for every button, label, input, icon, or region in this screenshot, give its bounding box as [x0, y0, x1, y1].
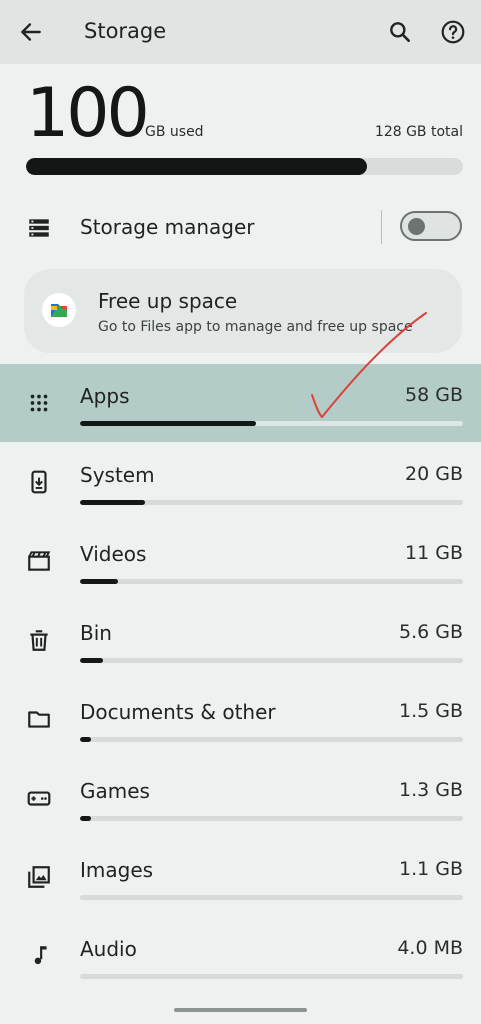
total-usage-fill [26, 158, 367, 175]
category-usage-bar [80, 579, 463, 584]
category-row-apps[interactable]: Apps 58 GB [0, 364, 481, 442]
page-title: Storage [84, 19, 167, 43]
category-size: 58 GB [405, 384, 463, 406]
storage-manager-row[interactable]: Storage manager [0, 198, 481, 258]
category-label: Videos [80, 542, 147, 566]
system-phone-icon [31, 470, 47, 494]
category-row-audio[interactable]: Audio 4.0 MB [0, 917, 481, 995]
music-note-icon [34, 946, 47, 965]
storage-manager-icon [29, 219, 49, 237]
free-up-space-subtitle: Go to Files app to manage and free up sp… [98, 319, 413, 335]
back-arrow-icon[interactable] [18, 19, 44, 45]
used-amount: 100 [26, 74, 150, 153]
category-usage-fill [80, 737, 92, 742]
category-row-system[interactable]: System 20 GB [0, 443, 481, 521]
category-usage-bar [80, 421, 463, 426]
category-label: Apps [80, 384, 130, 408]
category-usage-fill [80, 658, 103, 663]
category-usage-fill [80, 579, 119, 584]
category-usage-bar [80, 658, 463, 663]
gamepad-icon [27, 791, 51, 806]
search-icon[interactable] [387, 19, 413, 45]
category-row-bin[interactable]: Bin 5.6 GB [0, 601, 481, 679]
storage-manager-toggle[interactable] [400, 211, 462, 241]
category-label: Documents & other [80, 700, 276, 724]
toggle-knob [408, 218, 425, 235]
video-clapper-icon [28, 551, 51, 571]
category-usage-bar [80, 974, 463, 979]
category-size: 20 GB [405, 463, 463, 485]
apps-grid-icon [30, 394, 48, 412]
category-label: Games [80, 779, 150, 803]
category-size: 1.5 GB [398, 700, 463, 722]
category-size: 1.1 GB [398, 858, 463, 880]
category-label: System [80, 463, 155, 487]
category-usage-fill [80, 816, 92, 821]
category-label: Audio [80, 937, 137, 961]
category-size: 5.6 GB [398, 621, 463, 643]
category-row-games[interactable]: Games 1.3 GB [0, 759, 481, 837]
trash-icon [30, 630, 48, 651]
category-usage-bar [80, 895, 463, 900]
category-usage-fill [80, 421, 257, 426]
divider [381, 210, 382, 244]
category-usage-fill [80, 500, 146, 505]
gesture-nav-handle[interactable] [174, 1008, 307, 1012]
total-usage-bar [26, 158, 463, 175]
folder-icon [28, 711, 50, 728]
images-icon [28, 866, 50, 888]
storage-manager-label: Storage manager [80, 215, 255, 239]
category-label: Images [80, 858, 154, 882]
category-row-images[interactable]: Images 1.1 GB [0, 838, 481, 916]
category-usage-bar [80, 737, 463, 742]
category-usage-bar [80, 500, 463, 505]
files-app-icon [42, 293, 76, 327]
category-usage-bar [80, 816, 463, 821]
total-capacity: 128 GB total [374, 124, 463, 140]
used-unit-label: GB used [145, 124, 204, 140]
category-row-videos[interactable]: Videos 11 GB [0, 522, 481, 600]
category-size: 4.0 MB [397, 937, 463, 959]
category-label: Bin [80, 621, 112, 645]
category-size: 11 GB [405, 542, 463, 564]
category-row-documents-other[interactable]: Documents & other 1.5 GB [0, 680, 481, 758]
app-bar: Storage [0, 0, 481, 64]
category-size: 1.3 GB [398, 779, 463, 801]
help-icon[interactable] [440, 19, 466, 45]
free-up-space-title: Free up space [98, 289, 238, 313]
free-up-space-card[interactable]: Free up space Go to Files app to manage … [24, 269, 462, 353]
